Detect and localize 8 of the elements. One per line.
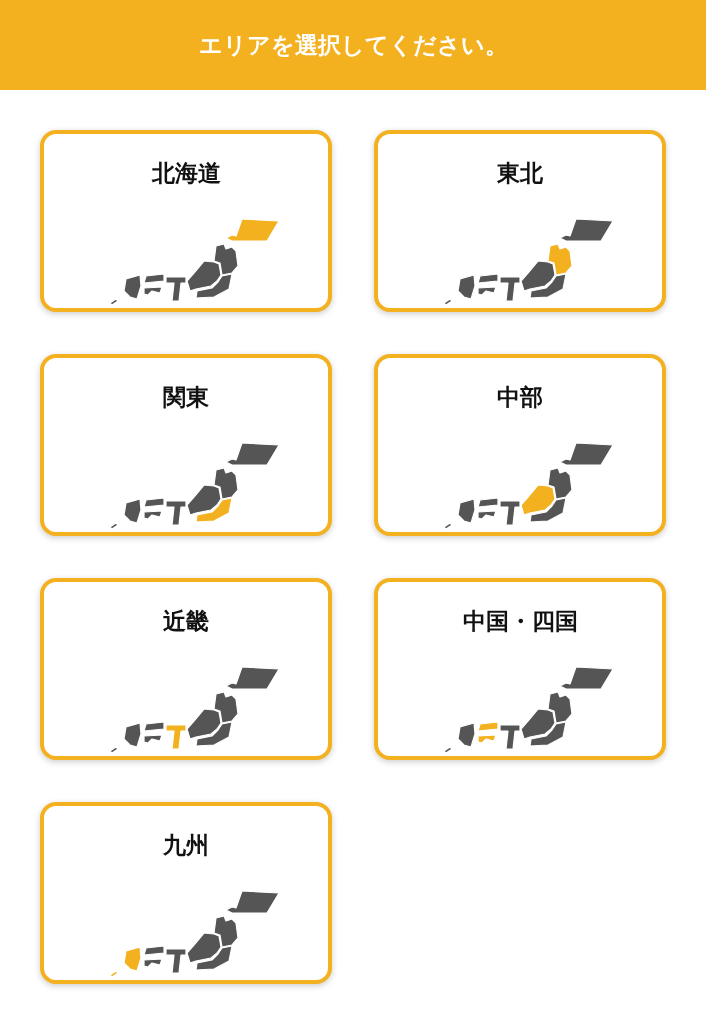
page-title: エリアを選択してください。 xyxy=(198,30,508,60)
area-card[interactable]: 関東 xyxy=(40,354,332,536)
area-card[interactable]: 東北 xyxy=(374,130,666,312)
area-card[interactable]: 中部 xyxy=(374,354,666,536)
area-card[interactable]: 近畿 xyxy=(40,578,332,760)
area-card[interactable]: 九州 xyxy=(40,802,332,984)
area-card[interactable]: 中国・四国 xyxy=(374,578,666,760)
area-card[interactable]: 北海道 xyxy=(40,130,332,312)
